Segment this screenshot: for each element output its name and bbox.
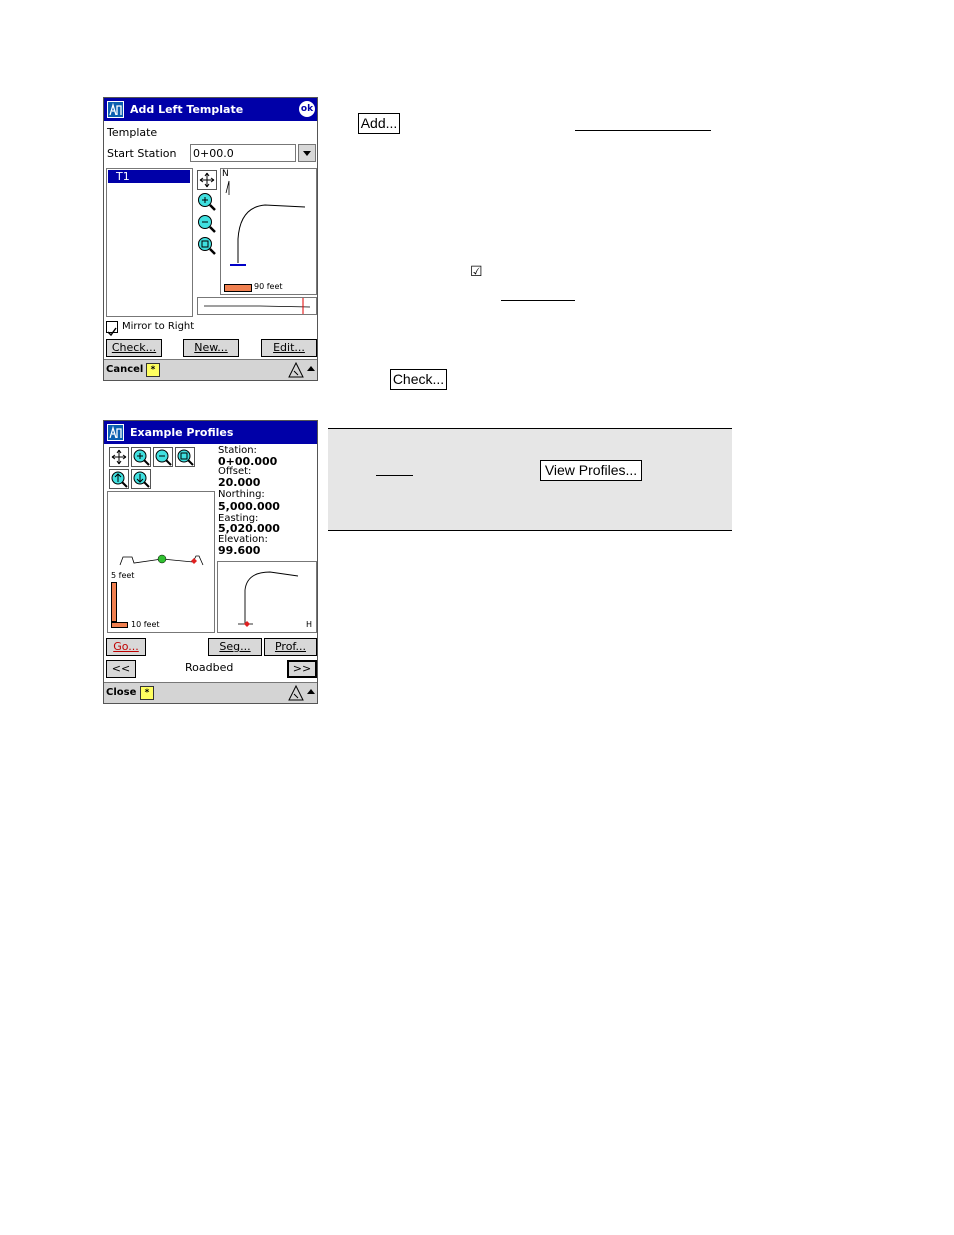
next-button[interactable]: >> bbox=[287, 660, 317, 678]
zoom-up-icon[interactable] bbox=[109, 469, 129, 489]
profile-line bbox=[204, 298, 311, 314]
scale-bar bbox=[224, 284, 252, 292]
chevron-down-icon bbox=[303, 151, 311, 156]
checkbox-symbol: ☑ bbox=[470, 264, 483, 280]
input-panel-icon[interactable] bbox=[288, 362, 304, 378]
chevron-up-icon[interactable] bbox=[306, 687, 316, 697]
alignment-drawing bbox=[225, 180, 306, 266]
view-profiles-button[interactable]: View Profiles... bbox=[540, 460, 642, 481]
edit-button[interactable]: Edit... bbox=[261, 339, 317, 357]
elevation-value: 99.600 bbox=[218, 544, 261, 557]
mirror-checkbox[interactable] bbox=[106, 321, 118, 337]
zoom-extents-icon[interactable] bbox=[197, 236, 217, 256]
underline-blank bbox=[376, 475, 413, 476]
pan-icon[interactable] bbox=[109, 447, 129, 467]
command-bar: Cancel * bbox=[104, 359, 317, 380]
prof-button[interactable]: Prof... bbox=[264, 638, 317, 656]
template-list[interactable]: T1 bbox=[106, 168, 193, 317]
vertical-scale-bar bbox=[111, 582, 117, 622]
window-title: Example Profiles bbox=[130, 426, 234, 439]
zoom-down-icon[interactable] bbox=[131, 469, 151, 489]
app-icon bbox=[107, 424, 124, 441]
note-box: View Profiles... bbox=[328, 428, 732, 531]
ok-button[interactable]: ok bbox=[299, 101, 315, 117]
add-left-template-window: Add Left Template ok Template Start Stat… bbox=[103, 97, 318, 381]
station-dropdown-button[interactable] bbox=[298, 144, 316, 162]
zoom-in-icon[interactable] bbox=[131, 447, 151, 467]
seg-button[interactable]: Seg... bbox=[208, 638, 262, 656]
zoom-extents-icon[interactable] bbox=[175, 447, 195, 467]
vertical-scale-label: 5 feet bbox=[111, 571, 135, 580]
star-icon[interactable]: * bbox=[140, 686, 154, 700]
zoom-out-icon[interactable] bbox=[153, 447, 173, 467]
plan-view[interactable]: H bbox=[217, 561, 317, 633]
offset-value: 20.000 bbox=[218, 476, 261, 489]
mirror-label: Mirror to Right bbox=[122, 321, 195, 332]
example-profiles-window: Example Profiles Station: 0+00.000 Offse… bbox=[103, 420, 318, 704]
title-bar: Example Profiles bbox=[104, 421, 317, 444]
northing-label: Northing: bbox=[218, 489, 265, 500]
horizontal-scale-bar bbox=[111, 622, 128, 628]
section-name: Roadbed bbox=[185, 661, 234, 674]
check-button[interactable]: Check... bbox=[390, 369, 447, 390]
check-button[interactable]: Check... bbox=[106, 339, 162, 357]
start-station-input[interactable]: 0+00.0 bbox=[190, 144, 296, 162]
start-station-label: Start Station bbox=[107, 147, 177, 160]
window-title: Add Left Template bbox=[130, 103, 244, 116]
underline-blank bbox=[575, 130, 711, 131]
previous-button[interactable]: << bbox=[106, 660, 136, 678]
title-bar: Add Left Template ok bbox=[104, 98, 317, 121]
h-label: H bbox=[306, 620, 313, 629]
northing-value: 5,000.000 bbox=[218, 500, 280, 513]
plan-view[interactable]: N 90 feet bbox=[220, 168, 317, 295]
chevron-up-icon[interactable] bbox=[306, 364, 316, 374]
underline-blank bbox=[501, 300, 575, 301]
alignment-drawing bbox=[238, 571, 299, 627]
add-button[interactable]: Add... bbox=[358, 113, 400, 134]
command-bar: Close * bbox=[104, 682, 317, 703]
scale-label: 90 feet bbox=[254, 282, 283, 291]
template-label: Template bbox=[107, 126, 158, 139]
zoom-out-icon[interactable] bbox=[197, 214, 217, 234]
input-panel-icon[interactable] bbox=[288, 685, 304, 701]
app-icon bbox=[107, 101, 124, 118]
star-icon[interactable]: * bbox=[146, 363, 160, 377]
close-button[interactable]: Close bbox=[106, 687, 136, 698]
cross-section-view[interactable]: 5 feet 10 feet bbox=[107, 491, 215, 633]
go-button[interactable]: Go... bbox=[106, 638, 146, 656]
cancel-button[interactable]: Cancel bbox=[106, 364, 143, 375]
profile-strip[interactable] bbox=[197, 297, 317, 315]
list-item[interactable]: T1 bbox=[108, 170, 190, 183]
pan-icon[interactable] bbox=[197, 170, 217, 190]
checkmark-icon bbox=[107, 327, 117, 337]
horizontal-scale-label: 10 feet bbox=[131, 620, 160, 629]
cross-section-drawing bbox=[119, 554, 204, 566]
new-button[interactable]: New... bbox=[183, 339, 239, 357]
zoom-in-icon[interactable] bbox=[197, 192, 217, 212]
